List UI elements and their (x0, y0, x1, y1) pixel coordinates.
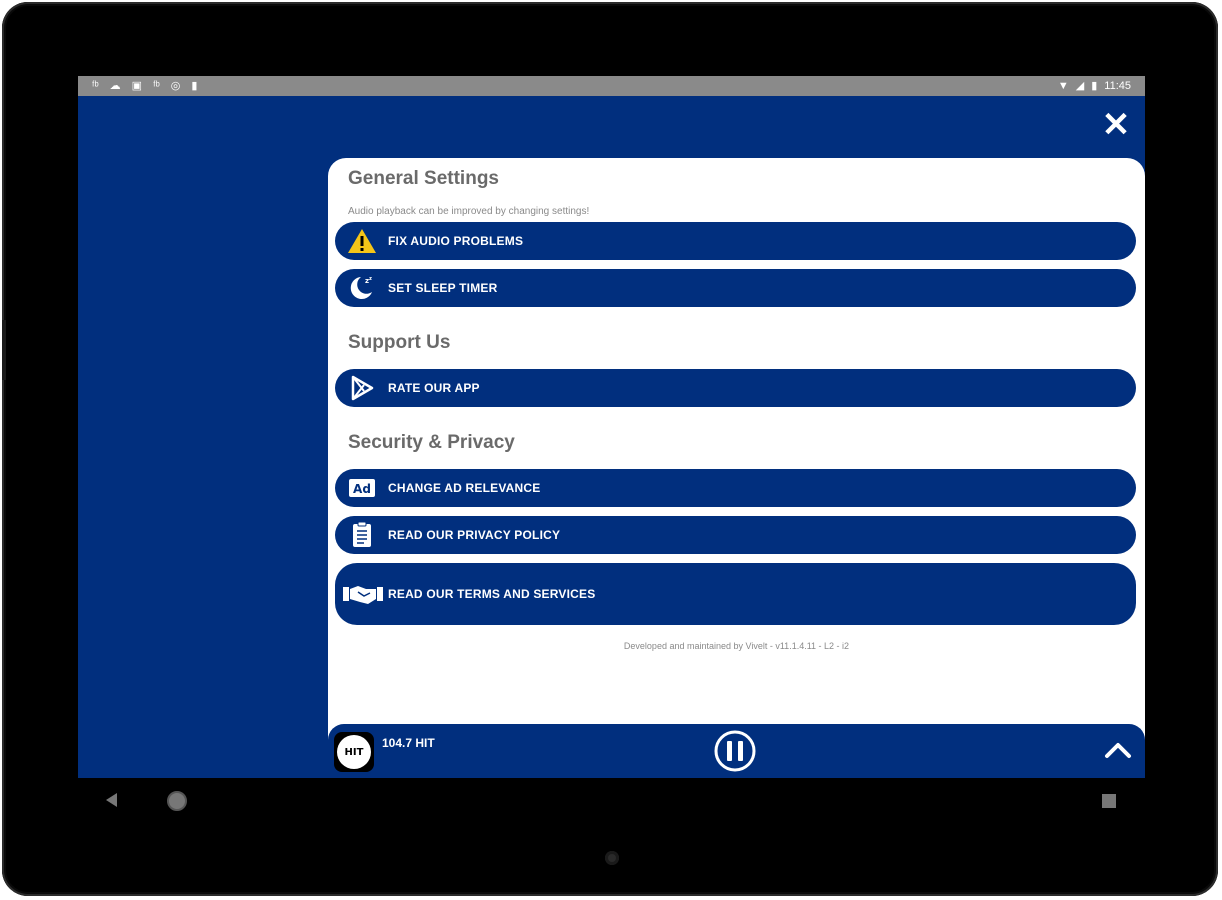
chevron-up-icon (1105, 743, 1131, 758)
close-button[interactable]: ✕ (1101, 108, 1131, 142)
privacy-policy-label: READ OUR PRIVACY POLICY (388, 528, 561, 542)
station-logo-mark: HIT (337, 735, 371, 769)
privacy-policy-button[interactable]: READ OUR PRIVACY POLICY (335, 516, 1136, 554)
front-camera (605, 851, 619, 865)
section-subtitle-general: Audio playback can be improved by changi… (348, 206, 590, 217)
mini-player[interactable]: HIT 104.7 HIT (328, 724, 1145, 784)
rate-app-label: RATE OUR APP (388, 381, 480, 395)
svg-text:z: z (369, 276, 372, 282)
signal-icon: ◢ (1075, 80, 1085, 92)
version-note: Developed and maintained by Vivelt - v11… (623, 641, 850, 651)
station-name: 104.7 HIT (382, 736, 435, 750)
box-icon: ▣ (131, 80, 143, 92)
status-bar: ᶠᵇ ☁ ▣ ᶠᵇ ◎ ▮ ▼ ◢ ▮ 11:45 (78, 76, 1145, 96)
pause-icon (714, 730, 756, 772)
fix-audio-label: FIX AUDIO PROBLEMS (388, 234, 524, 248)
section-title-general: General Settings (348, 168, 499, 189)
system-icons: ▼ ◢ ▮ 11:45 (1058, 76, 1131, 96)
section-title-support: Support Us (348, 332, 451, 353)
clipboard-icon: ▮ (191, 80, 198, 92)
ad-icon: Ad (345, 473, 379, 503)
expand-player-button[interactable] (1103, 738, 1133, 762)
section-title-security: Security & Privacy (348, 432, 515, 453)
back-icon (106, 793, 117, 807)
recents-button[interactable] (1102, 794, 1116, 808)
play-store-icon (345, 373, 379, 403)
home-button[interactable] (166, 790, 188, 817)
sync-icon: ◎ (170, 80, 181, 92)
fb-icon: ᶠᵇ (153, 80, 160, 92)
home-icon (167, 791, 187, 811)
ad-relevance-label: CHANGE AD RELEVANCE (388, 481, 541, 495)
side-button (2, 320, 6, 380)
moon-icon: zz (345, 273, 379, 303)
ad-relevance-button[interactable]: Ad CHANGE AD RELEVANCE (335, 469, 1136, 507)
ad-badge-text: Ad (353, 482, 371, 496)
android-nav-bar (78, 778, 1145, 824)
fix-audio-button[interactable]: FIX AUDIO PROBLEMS (335, 222, 1136, 260)
handshake-icon (341, 579, 385, 609)
sleep-timer-button[interactable]: zz SET SLEEP TIMER (335, 269, 1136, 307)
back-button[interactable] (102, 790, 122, 815)
terms-services-button[interactable]: READ OUR TERMS AND SERVICES (335, 563, 1136, 625)
cloud-icon: ☁ (109, 80, 121, 92)
document-icon (345, 520, 379, 550)
fb-icon: ᶠᵇ (92, 80, 99, 92)
sleep-timer-label: SET SLEEP TIMER (388, 281, 498, 295)
battery-icon: ▮ (1091, 80, 1098, 92)
station-logo: HIT (334, 732, 374, 772)
warning-icon (345, 226, 379, 256)
clock: 11:45 (1104, 80, 1131, 92)
pause-button[interactable] (714, 730, 756, 772)
terms-services-label: READ OUR TERMS AND SERVICES (388, 587, 596, 601)
notification-icons: ᶠᵇ ☁ ▣ ᶠᵇ ◎ ▮ (92, 76, 197, 96)
rate-app-button[interactable]: RATE OUR APP (335, 369, 1136, 407)
app-screen: ᶠᵇ ☁ ▣ ᶠᵇ ◎ ▮ ▼ ◢ ▮ 11:45 ✕ General Sett… (78, 76, 1145, 824)
close-icon: ✕ (1101, 106, 1131, 144)
wifi-icon: ▼ (1057, 80, 1069, 92)
